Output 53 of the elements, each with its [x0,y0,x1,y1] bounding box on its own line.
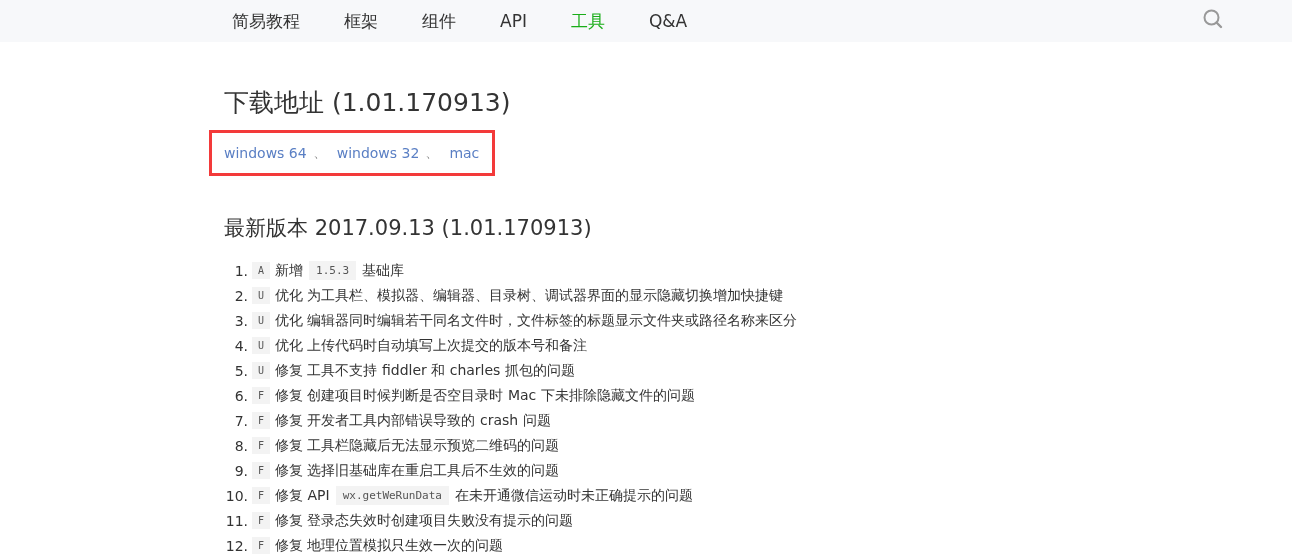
separator-text: 、 [425,144,440,162]
item-text: 修复 地理位置模拟只生效一次的问题 [275,536,504,555]
item-number: 7. [233,412,248,429]
change-tag: U [252,312,271,329]
change-tag: F [252,462,271,479]
code-snippet: 1.5.3 [309,261,357,280]
download-link[interactable]: windows 32 [336,145,420,161]
item-number: 6. [233,387,248,404]
change-tag: F [252,487,271,504]
item-number: 10. [224,487,248,504]
item-number: 5. [233,362,248,379]
change-tag: F [252,537,271,554]
change-tag: A [252,262,271,279]
item-number: 11. [224,512,248,529]
item-number: 8. [233,437,248,454]
nav-link[interactable]: API [500,11,527,31]
item-number: 3. [233,312,248,329]
separator-text: 、 [312,144,327,162]
nav-link[interactable]: Q&A [648,11,688,31]
change-tag: F [252,512,271,529]
nav-link[interactable]: 框架 [344,9,378,33]
item-text: 优化 编辑器同时编辑若干同名文件时，文件标签的标题显示文件夹或路径名称来区分 [275,311,798,330]
item-text: 优化 为工具栏、模拟器、编辑器、目录树、调试器界面的显示隐藏切换增加快捷键 [275,286,784,305]
item-text: 修复 API [275,486,330,505]
section-title: 下载地址 (1.01.170913) [224,87,512,119]
item-text: 新增 [275,261,304,280]
item-text: 修复 登录态失效时创建项目失败没有提示的问题 [275,511,574,530]
item-number: 2. [233,287,248,304]
code-snippet: wx.getWeRunData [335,486,449,505]
item-text: 修复 工具栏隐藏后无法显示预览二维码的问题 [275,436,560,455]
item-text: 优化 上传代码时自动填写上次提交的版本号和备注 [275,336,588,355]
search-icon[interactable] [1202,8,1224,30]
download-link[interactable]: windows 64 [224,145,307,161]
section-title: 最新版本 2017.09.13 (1.01.170913) [224,215,593,242]
change-tag: F [252,412,271,429]
item-number: 12. [224,537,248,554]
change-tag: F [252,437,271,454]
nav-link[interactable]: 组件 [422,9,456,33]
change-tag: U [252,362,271,379]
item-text: 修复 创建项目时候判断是否空目录时 Mac 下未排除隐藏文件的问题 [275,386,695,405]
item-number: 4. [233,337,248,354]
item-number: 1. [233,262,248,279]
change-tag: F [252,387,271,404]
item-text: 在未开通微信运动时未正确提示的问题 [455,486,693,505]
item-text: 修复 选择旧基础库在重启工具后不生效的问题 [275,461,560,480]
change-tag: U [252,287,271,304]
download-link[interactable]: mac [449,145,480,161]
item-text: 修复 工具不支持 fiddler 和 charles 抓包的问题 [275,361,575,380]
item-number: 9. [233,462,248,479]
item-text: 基础库 [362,261,405,280]
change-tag: U [252,337,271,354]
nav-link[interactable]: 简易教程 [232,9,300,33]
item-text: 修复 开发者工具内部错误导致的 crash 问题 [275,411,551,430]
